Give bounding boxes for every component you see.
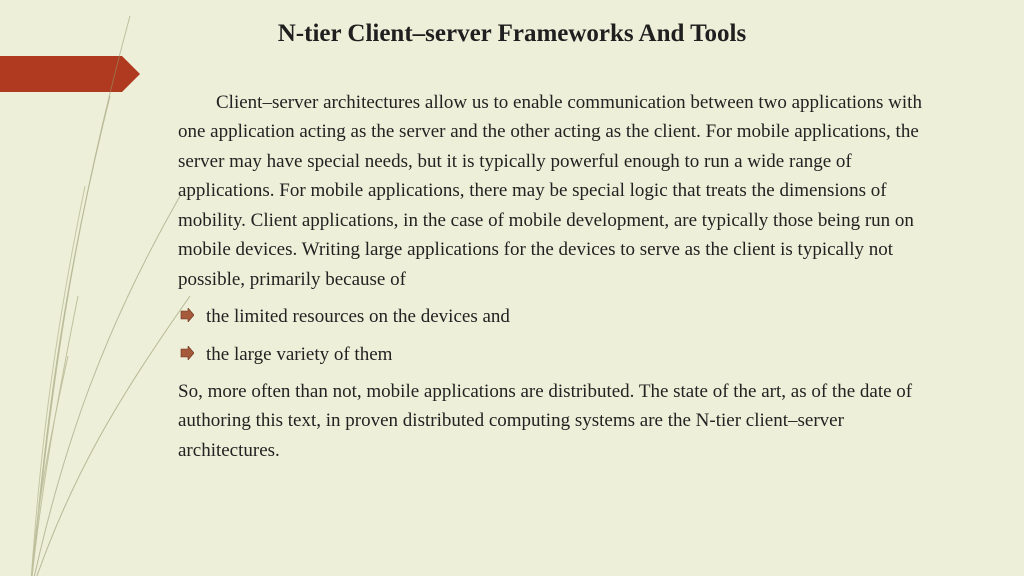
- arrow-bullet-icon: [180, 346, 194, 360]
- slide-title: N-tier Client–server Frameworks And Tool…: [0, 20, 1024, 48]
- arrow-bullet-icon: [180, 308, 194, 322]
- list-item: the limited resources on the devices and: [178, 302, 934, 331]
- paragraph-intro: Client–server architectures allow us to …: [178, 88, 934, 294]
- slide-body: Client–server architectures allow us to …: [178, 88, 934, 465]
- list-item: the large variety of them: [178, 340, 934, 369]
- paragraph-conclusion: So, more often than not, mobile applicat…: [178, 377, 934, 465]
- list-item-text: the large variety of them: [206, 344, 392, 365]
- bullet-list: the limited resources on the devices and…: [178, 302, 934, 369]
- list-item-text: the limited resources on the devices and: [206, 306, 510, 327]
- accent-banner: [0, 56, 122, 92]
